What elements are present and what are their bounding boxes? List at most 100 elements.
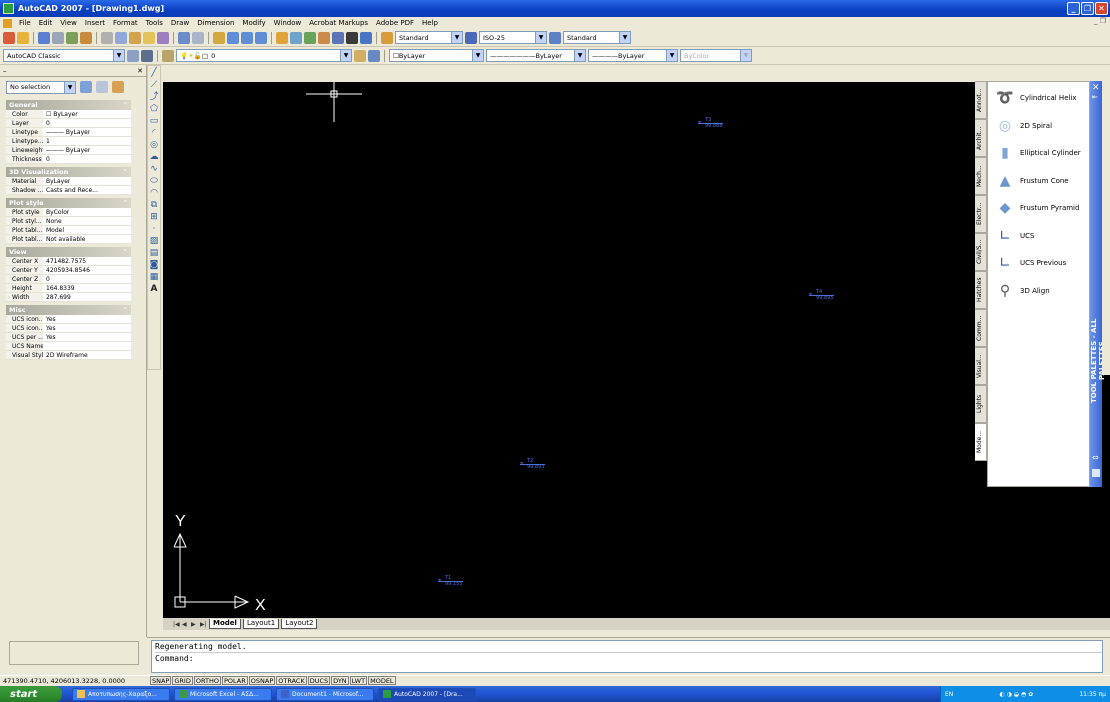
new-icon[interactable]: [3, 31, 15, 44]
section-header[interactable]: General ⌃: [6, 100, 131, 110]
drawing-canvas[interactable]: Y X ⌖ T3 99.888 ⌖ T4 99.895 ⌖ T2 99.893 …: [163, 82, 1110, 618]
palette-tool-item[interactable]: ◆ Frustum Pyramid: [996, 198, 1080, 218]
redo-icon[interactable]: [192, 31, 204, 44]
tab-model[interactable]: Model: [209, 619, 241, 629]
palette-title-strip[interactable]: ✕ ⇤ TOOL PALETTES - ALL PALETTES ⇔: [1090, 81, 1106, 487]
palette-autohide-icon[interactable]: ⇤: [1092, 93, 1098, 101]
open-icon[interactable]: [17, 31, 29, 44]
property-value[interactable]: 471482.7575: [43, 257, 86, 265]
ortho-toggle[interactable]: ORTHO: [193, 676, 221, 685]
autocad-app-icon[interactable]: [3, 3, 14, 14]
property-row[interactable]: UCS per ... Yes: [6, 333, 131, 342]
calculator-icon[interactable]: [346, 31, 358, 44]
property-value[interactable]: 4205934.8546: [43, 266, 90, 274]
taskbar-item-autocad[interactable]: AutoCAD 2007 - [Dra...: [378, 687, 476, 701]
properties-icon[interactable]: [276, 31, 288, 44]
menu-format[interactable]: Format: [109, 19, 142, 27]
chevron-down-icon[interactable]: ▼: [451, 32, 462, 43]
menu-window[interactable]: Window: [270, 19, 306, 27]
palette-tool-item[interactable]: ∟ UCS: [996, 226, 1034, 246]
spline-icon[interactable]: ∿: [150, 165, 159, 174]
plot-icon[interactable]: [52, 31, 64, 44]
toggle-pickadd-icon[interactable]: [80, 81, 92, 93]
text-style-select[interactable]: Standard ▼: [395, 31, 463, 44]
palette-properties-icon[interactable]: ⇔: [1092, 453, 1099, 462]
circle-icon[interactable]: ◎: [150, 141, 159, 150]
palette-tool-item[interactable]: ➰ Cylindrical Helix: [996, 88, 1076, 108]
multiline-text-icon[interactable]: A: [150, 285, 159, 294]
menu-adobe-pdf[interactable]: Adobe PDF: [372, 19, 418, 27]
command-line[interactable]: Regenerating model. Command:: [151, 640, 1103, 673]
chevron-down-icon[interactable]: ▼: [340, 50, 351, 61]
last-tab-icon[interactable]: ▶|: [200, 621, 207, 628]
property-row[interactable]: Shadow ... Casts and Rece...: [6, 186, 131, 195]
menu-edit[interactable]: Edit: [35, 19, 57, 27]
design-center-icon[interactable]: [290, 31, 302, 44]
property-value[interactable]: 287.699: [43, 293, 71, 301]
ducs-toggle[interactable]: DUCS: [307, 676, 331, 685]
property-row[interactable]: UCS icon... Yes: [6, 315, 131, 324]
copy-icon[interactable]: [115, 31, 127, 44]
block-editor-icon[interactable]: [157, 31, 169, 44]
palette-tab[interactable]: Mode...: [975, 423, 987, 461]
color-select[interactable]: ☐ ByLayer ▼: [389, 49, 484, 62]
table-style-select[interactable]: Standard ▼: [563, 31, 631, 44]
palette-close-icon[interactable]: ✕: [1092, 83, 1100, 93]
undo-icon[interactable]: [178, 31, 190, 44]
workspace-settings-icon[interactable]: [127, 49, 139, 62]
markup-icon[interactable]: [332, 31, 344, 44]
property-row[interactable]: Visual Style2D Wireframe: [6, 351, 131, 360]
linetype-select[interactable]: ——————— ByLayer ▼: [486, 49, 586, 62]
point-icon[interactable]: ·: [150, 225, 159, 234]
taskbar-item-folder[interactable]: Αποτυπωσης-Χαραξο...: [72, 687, 170, 701]
property-value[interactable]: 2D Wireframe: [43, 351, 88, 359]
next-tab-icon[interactable]: ▶: [191, 621, 198, 628]
region-icon[interactable]: ◙: [150, 261, 159, 270]
palette-tool-item[interactable]: ▮ Elliptical Cylinder: [996, 143, 1081, 163]
minimize-button[interactable]: _: [1067, 2, 1080, 15]
menu-acrobat-markups[interactable]: Acrobat Markups: [305, 19, 372, 27]
property-row[interactable]: Center X 471482.7575: [6, 257, 131, 266]
property-value[interactable]: None: [43, 217, 62, 225]
menu-file[interactable]: File: [15, 19, 35, 27]
menu-modify[interactable]: Modify: [238, 19, 269, 27]
section-header[interactable]: 3D Visualization ⌃: [6, 167, 131, 177]
save-icon[interactable]: [38, 31, 50, 44]
publish-icon[interactable]: [80, 31, 92, 44]
insert-block-icon[interactable]: ⧉: [150, 201, 159, 210]
preview-icon[interactable]: [66, 31, 78, 44]
line-icon[interactable]: ╱: [150, 69, 159, 78]
menu-help[interactable]: Help: [418, 19, 442, 27]
clock[interactable]: 11:35 πμ: [1079, 691, 1106, 698]
property-value[interactable]: ByLayer: [43, 177, 70, 185]
palette-close-icon[interactable]: ✕: [137, 67, 143, 75]
property-value[interactable]: Yes: [43, 333, 56, 341]
snap-toggle[interactable]: SNAP: [150, 676, 172, 685]
property-row[interactable]: Center Z0: [6, 275, 131, 284]
tool-palettes-icon[interactable]: [304, 31, 316, 44]
property-row[interactable]: Center Y 4205934.8546: [6, 266, 131, 275]
paste-icon[interactable]: [129, 31, 141, 44]
select-objects-icon[interactable]: [96, 81, 108, 93]
document-icon[interactable]: [3, 18, 12, 28]
survey-point-t3[interactable]: ⌖ T3 99.888: [698, 118, 723, 129]
chevron-down-icon[interactable]: ▼: [619, 32, 630, 43]
otrack-toggle[interactable]: OTRACK: [276, 676, 307, 685]
tab-layout1[interactable]: Layout1: [242, 619, 280, 629]
restore-button[interactable]: ❐: [1081, 2, 1094, 15]
collapse-icon[interactable]: ⌃: [123, 199, 128, 207]
chevron-down-icon[interactable]: ▼: [535, 32, 546, 43]
property-row[interactable]: Height 164.8339: [6, 284, 131, 293]
property-row[interactable]: Plot tabl... Not available: [6, 235, 131, 244]
property-value[interactable]: ☐ ByLayer: [43, 110, 78, 118]
plotstyle-select[interactable]: ByColor ▼: [680, 49, 752, 62]
property-row[interactable]: Material ByLayer: [6, 177, 131, 186]
property-row[interactable]: Width 287.699: [6, 293, 131, 302]
palette-tab[interactable]: Annot...: [975, 81, 987, 119]
palette-menu-icon[interactable]: [1092, 469, 1100, 477]
tray-icons[interactable]: ◐ ◑ ◒ ◓ ✿: [1000, 691, 1034, 698]
dim-style-select[interactable]: ISO-25 ▼: [479, 31, 547, 44]
hatch-icon[interactable]: ▨: [150, 237, 159, 246]
property-row[interactable]: Plot styl... None: [6, 217, 131, 226]
close-button[interactable]: ✕: [1095, 2, 1108, 15]
